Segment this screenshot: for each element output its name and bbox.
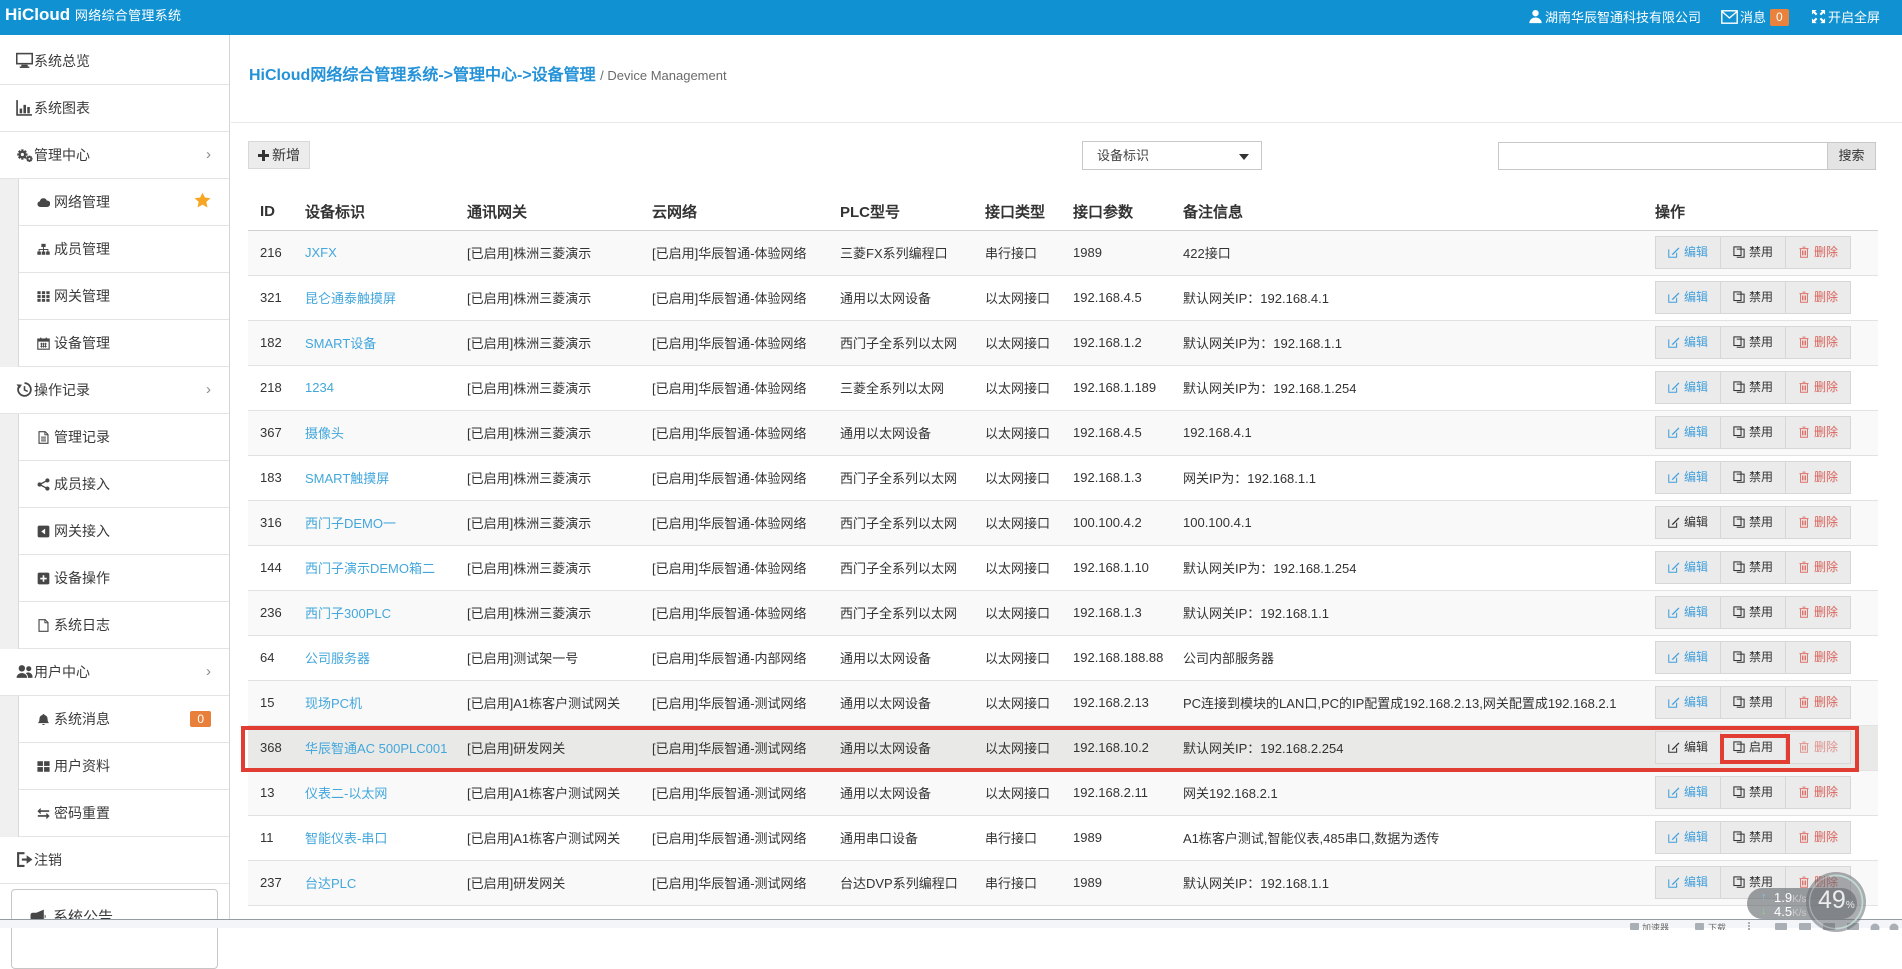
svg-text:加速器: 加速器	[1642, 923, 1669, 930]
svg-text:下载: 下载	[1708, 922, 1726, 930]
